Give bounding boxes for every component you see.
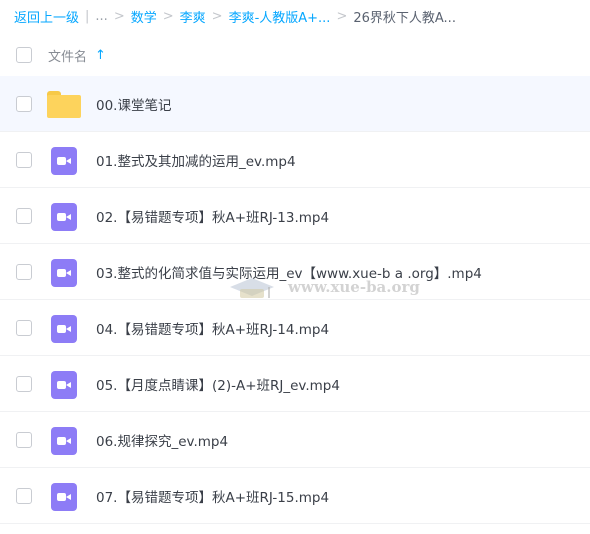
row-checkbox[interactable] xyxy=(16,152,32,168)
breadcrumb-separator: > xyxy=(113,8,125,24)
video-icon xyxy=(51,315,77,343)
breadcrumb-item-current: 26界秋下人教A... xyxy=(353,10,456,26)
row-checkbox[interactable] xyxy=(16,488,32,504)
file-row[interactable]: 03.整式的化简求值与实际运用_ev【www.xue-b a .org】.mp4 xyxy=(0,244,590,300)
file-row[interactable]: 05.【月度点睛课】(2)-A+班RJ_ev.mp4 xyxy=(0,356,590,412)
file-name[interactable]: 07.【易错题专项】秋A+班RJ-15.mp4 xyxy=(96,486,329,506)
select-all-checkbox[interactable] xyxy=(16,47,32,63)
breadcrumb-separator: > xyxy=(211,8,223,24)
file-row[interactable]: 07.【易错题专项】秋A+班RJ-15.mp4 xyxy=(0,468,590,524)
file-row-folder[interactable]: 00.课堂笔记 xyxy=(0,76,590,132)
breadcrumb: 返回上一级 | ... > 数学 > 李爽 > 李爽-人教版A+... > 26… xyxy=(14,6,456,26)
video-icon xyxy=(51,427,77,455)
file-name[interactable]: 00.课堂笔记 xyxy=(96,94,171,114)
video-icon xyxy=(51,147,77,175)
breadcrumb-item-course[interactable]: 李爽-人教版A+... xyxy=(229,7,331,26)
breadcrumb-divider: | xyxy=(85,8,90,24)
breadcrumb-separator: > xyxy=(336,8,348,24)
row-checkbox[interactable] xyxy=(16,208,32,224)
filename-column-label: 文件名 xyxy=(48,49,88,65)
row-checkbox[interactable] xyxy=(16,432,32,448)
breadcrumb-ellipsis[interactable]: ... xyxy=(95,9,107,24)
video-icon xyxy=(51,259,77,287)
file-name[interactable]: 01.整式及其加减的运用_ev.mp4 xyxy=(96,150,296,170)
breadcrumb-separator: > xyxy=(162,8,174,24)
row-checkbox[interactable] xyxy=(16,320,32,336)
file-row[interactable]: 01.整式及其加减的运用_ev.mp4 xyxy=(0,132,590,188)
breadcrumb-item-math[interactable]: 数学 xyxy=(131,7,157,26)
file-row[interactable]: 02.【易错题专项】秋A+班RJ-13.mp4 xyxy=(0,188,590,244)
row-checkbox[interactable] xyxy=(16,376,32,392)
file-name[interactable]: 03.整式的化简求值与实际运用_ev【www.xue-b a .org】.mp4 xyxy=(96,262,482,282)
file-name[interactable]: 05.【月度点睛课】(2)-A+班RJ_ev.mp4 xyxy=(96,374,340,394)
file-list: 00.课堂笔记 01.整式及其加减的运用_ev.mp4 02.【易错题专项】秋A… xyxy=(0,76,590,524)
breadcrumb-item-teacher[interactable]: 李爽 xyxy=(180,7,206,26)
filename-column-header[interactable]: 文件名 ↑ xyxy=(48,46,106,65)
video-icon xyxy=(51,203,77,231)
file-list-header: 文件名 ↑ xyxy=(0,36,590,74)
video-icon xyxy=(51,483,77,511)
file-row[interactable]: 04.【易错题专项】秋A+班RJ-14.mp4 xyxy=(0,300,590,356)
file-name[interactable]: 06.规律探究_ev.mp4 xyxy=(96,430,228,450)
file-row[interactable]: 06.规律探究_ev.mp4 xyxy=(0,412,590,468)
folder-icon xyxy=(47,91,81,118)
row-checkbox[interactable] xyxy=(16,264,32,280)
row-checkbox[interactable] xyxy=(16,96,32,112)
back-link[interactable]: 返回上一级 xyxy=(14,7,79,26)
file-name[interactable]: 02.【易错题专项】秋A+班RJ-13.mp4 xyxy=(96,206,329,226)
video-icon xyxy=(51,371,77,399)
file-name[interactable]: 04.【易错题专项】秋A+班RJ-14.mp4 xyxy=(96,318,329,338)
sort-ascending-icon[interactable]: ↑ xyxy=(95,48,106,63)
